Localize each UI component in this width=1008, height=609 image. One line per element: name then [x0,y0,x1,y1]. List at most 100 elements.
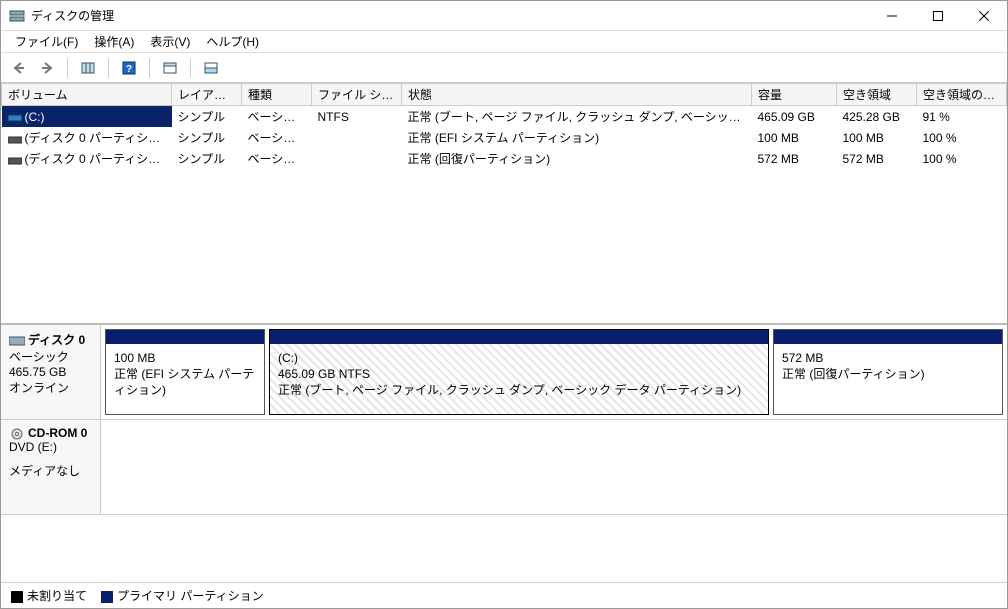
disk-0-label: ディスク 0 ベーシック 465.75 GB オンライン [1,325,101,419]
toolbar-separator [149,58,150,78]
app-icon [9,8,25,24]
cdrom-icon [9,428,25,440]
menu-file[interactable]: ファイル(F) [7,31,86,52]
partition-body: 572 MB正常 (回復パーティション) [774,344,1002,414]
disk-0-row[interactable]: ディスク 0 ベーシック 465.75 GB オンライン 100 MB正常 (E… [1,325,1007,420]
swatch-primary-icon [101,591,113,603]
partition-size: 572 MB [782,350,994,366]
toolbar: ? [1,53,1007,83]
disk-0-state: オンライン [9,379,92,396]
toolbar-separator [67,58,68,78]
volume-row[interactable]: (ディスク 0 パーティション 1)シンプルベーシック 正常 (EFI システム … [2,127,1007,148]
volume-type: ベーシック [242,148,312,169]
partition-status: 正常 (ブート, ページ ファイル, クラッシュ ダンプ, ベーシック データ … [278,382,760,398]
volume-free: 100 MB [837,127,917,148]
disk-icon [9,335,25,347]
volume-name: (C:) [2,106,172,128]
volume-free: 425.28 GB [837,106,917,128]
volume-pctfree: 100 % [917,127,1007,148]
titlebar: ディスクの管理 [1,1,1007,31]
volume-row[interactable]: (ディスク 0 パーティション 4)シンプルベーシック 正常 (回復パーティション… [2,148,1007,169]
toolbar-view-top-button[interactable] [158,56,182,80]
partition-body: (C:)465.09 GB NTFS正常 (ブート, ページ ファイル, クラッ… [270,344,768,414]
partition-status: 正常 (EFI システム パーティション) [114,366,256,398]
cdrom-0-partitions [101,420,1007,514]
volume-fs [312,127,402,148]
volume-pctfree: 100 % [917,148,1007,169]
cdrom-0-title: CD-ROM 0 [28,426,87,440]
disk-0-title: ディスク 0 [28,333,85,347]
volume-capacity: 100 MB [752,127,837,148]
partition[interactable]: (C:)465.09 GB NTFS正常 (ブート, ページ ファイル, クラッ… [269,329,769,415]
volume-capacity: 465.09 GB [752,106,837,128]
legend-unallocated: 未割り当て [11,587,87,604]
volume-status: 正常 (EFI システム パーティション) [402,127,752,148]
col-volume[interactable]: ボリューム [2,84,172,106]
volume-row[interactable]: (C:)シンプルベーシックNTFS正常 (ブート, ページ ファイル, クラッシ… [2,106,1007,128]
volume-name: (ディスク 0 パーティション 1) [2,127,172,148]
cdrom-0-row[interactable]: CD-ROM 0 DVD (E:) メディアなし [1,420,1007,515]
forward-button[interactable] [35,56,59,80]
menubar: ファイル(F) 操作(A) 表示(V) ヘルプ(H) [1,31,1007,53]
volume-layout: シンプル [172,106,242,128]
help-button[interactable]: ? [117,56,141,80]
partition-bar [774,330,1002,344]
maximize-button[interactable] [915,1,961,31]
volume-free: 572 MB [837,148,917,169]
partition[interactable]: 572 MB正常 (回復パーティション) [773,329,1003,415]
volume-fs: NTFS [312,106,402,128]
col-capacity[interactable]: 容量 [752,84,837,106]
partition-body: 100 MB正常 (EFI システム パーティション) [106,344,264,414]
volume-list[interactable]: ボリューム レイアウト 種類 ファイル システム 状態 容量 空き領域 空き領域… [1,83,1007,323]
menu-action[interactable]: 操作(A) [86,31,142,52]
volume-icon [8,134,22,144]
svg-text:?: ? [126,64,132,75]
partition-bar [106,330,264,344]
volume-fs [312,148,402,169]
window: ディスクの管理 ファイル(F) 操作(A) 表示(V) ヘルプ(H) [0,0,1008,609]
volume-type: ベーシック [242,106,312,128]
partition-size: 465.09 GB NTFS [278,366,760,382]
cdrom-0-subtitle: DVD (E:) [9,440,92,454]
volume-type: ベーシック [242,127,312,148]
legend: 未割り当て プライマリ パーティション [1,582,1007,608]
volume-layout: シンプル [172,127,242,148]
col-fs[interactable]: ファイル システム [312,84,402,106]
column-headers[interactable]: ボリューム レイアウト 種類 ファイル システム 状態 容量 空き領域 空き領域… [2,84,1007,106]
window-title: ディスクの管理 [31,7,869,24]
swatch-unallocated-icon [11,591,23,603]
legend-primary: プライマリ パーティション [101,587,264,604]
volume-icon [8,112,22,122]
disk-0-partitions: 100 MB正常 (EFI システム パーティション)(C:)465.09 GB… [101,325,1007,419]
back-button[interactable] [7,56,31,80]
volume-icon [8,155,22,165]
col-free[interactable]: 空き領域 [837,84,917,106]
cdrom-0-state: メディアなし [9,462,92,479]
toolbar-separator [108,58,109,78]
graphical-pane: ディスク 0 ベーシック 465.75 GB オンライン 100 MB正常 (E… [1,323,1007,608]
toolbar-view-columns-button[interactable] [76,56,100,80]
window-buttons [869,1,1007,31]
menu-view[interactable]: 表示(V) [142,31,198,52]
disk-0-size: 465.75 GB [9,365,92,379]
volume-layout: シンプル [172,148,242,169]
toolbar-view-bottom-button[interactable] [199,56,223,80]
menu-help[interactable]: ヘルプ(H) [198,31,267,52]
minimize-button[interactable] [869,1,915,31]
volume-status: 正常 (回復パーティション) [402,148,752,169]
partition-status: 正常 (回復パーティション) [782,366,994,382]
col-type[interactable]: 種類 [242,84,312,106]
col-pctfree[interactable]: 空き領域の割合 [917,84,1007,106]
close-button[interactable] [961,1,1007,31]
partition[interactable]: 100 MB正常 (EFI システム パーティション) [105,329,265,415]
col-status[interactable]: 状態 [402,84,752,106]
volume-status: 正常 (ブート, ページ ファイル, クラッシュ ダンプ, ベーシック データ … [402,106,752,128]
col-layout[interactable]: レイアウト [172,84,242,106]
volume-pctfree: 91 % [917,106,1007,128]
disk-0-type: ベーシック [9,348,92,365]
partition-label: (C:) [278,350,760,366]
volume-name: (ディスク 0 パーティション 4) [2,148,172,169]
toolbar-separator [190,58,191,78]
partition-size: 100 MB [114,350,256,366]
volume-capacity: 572 MB [752,148,837,169]
